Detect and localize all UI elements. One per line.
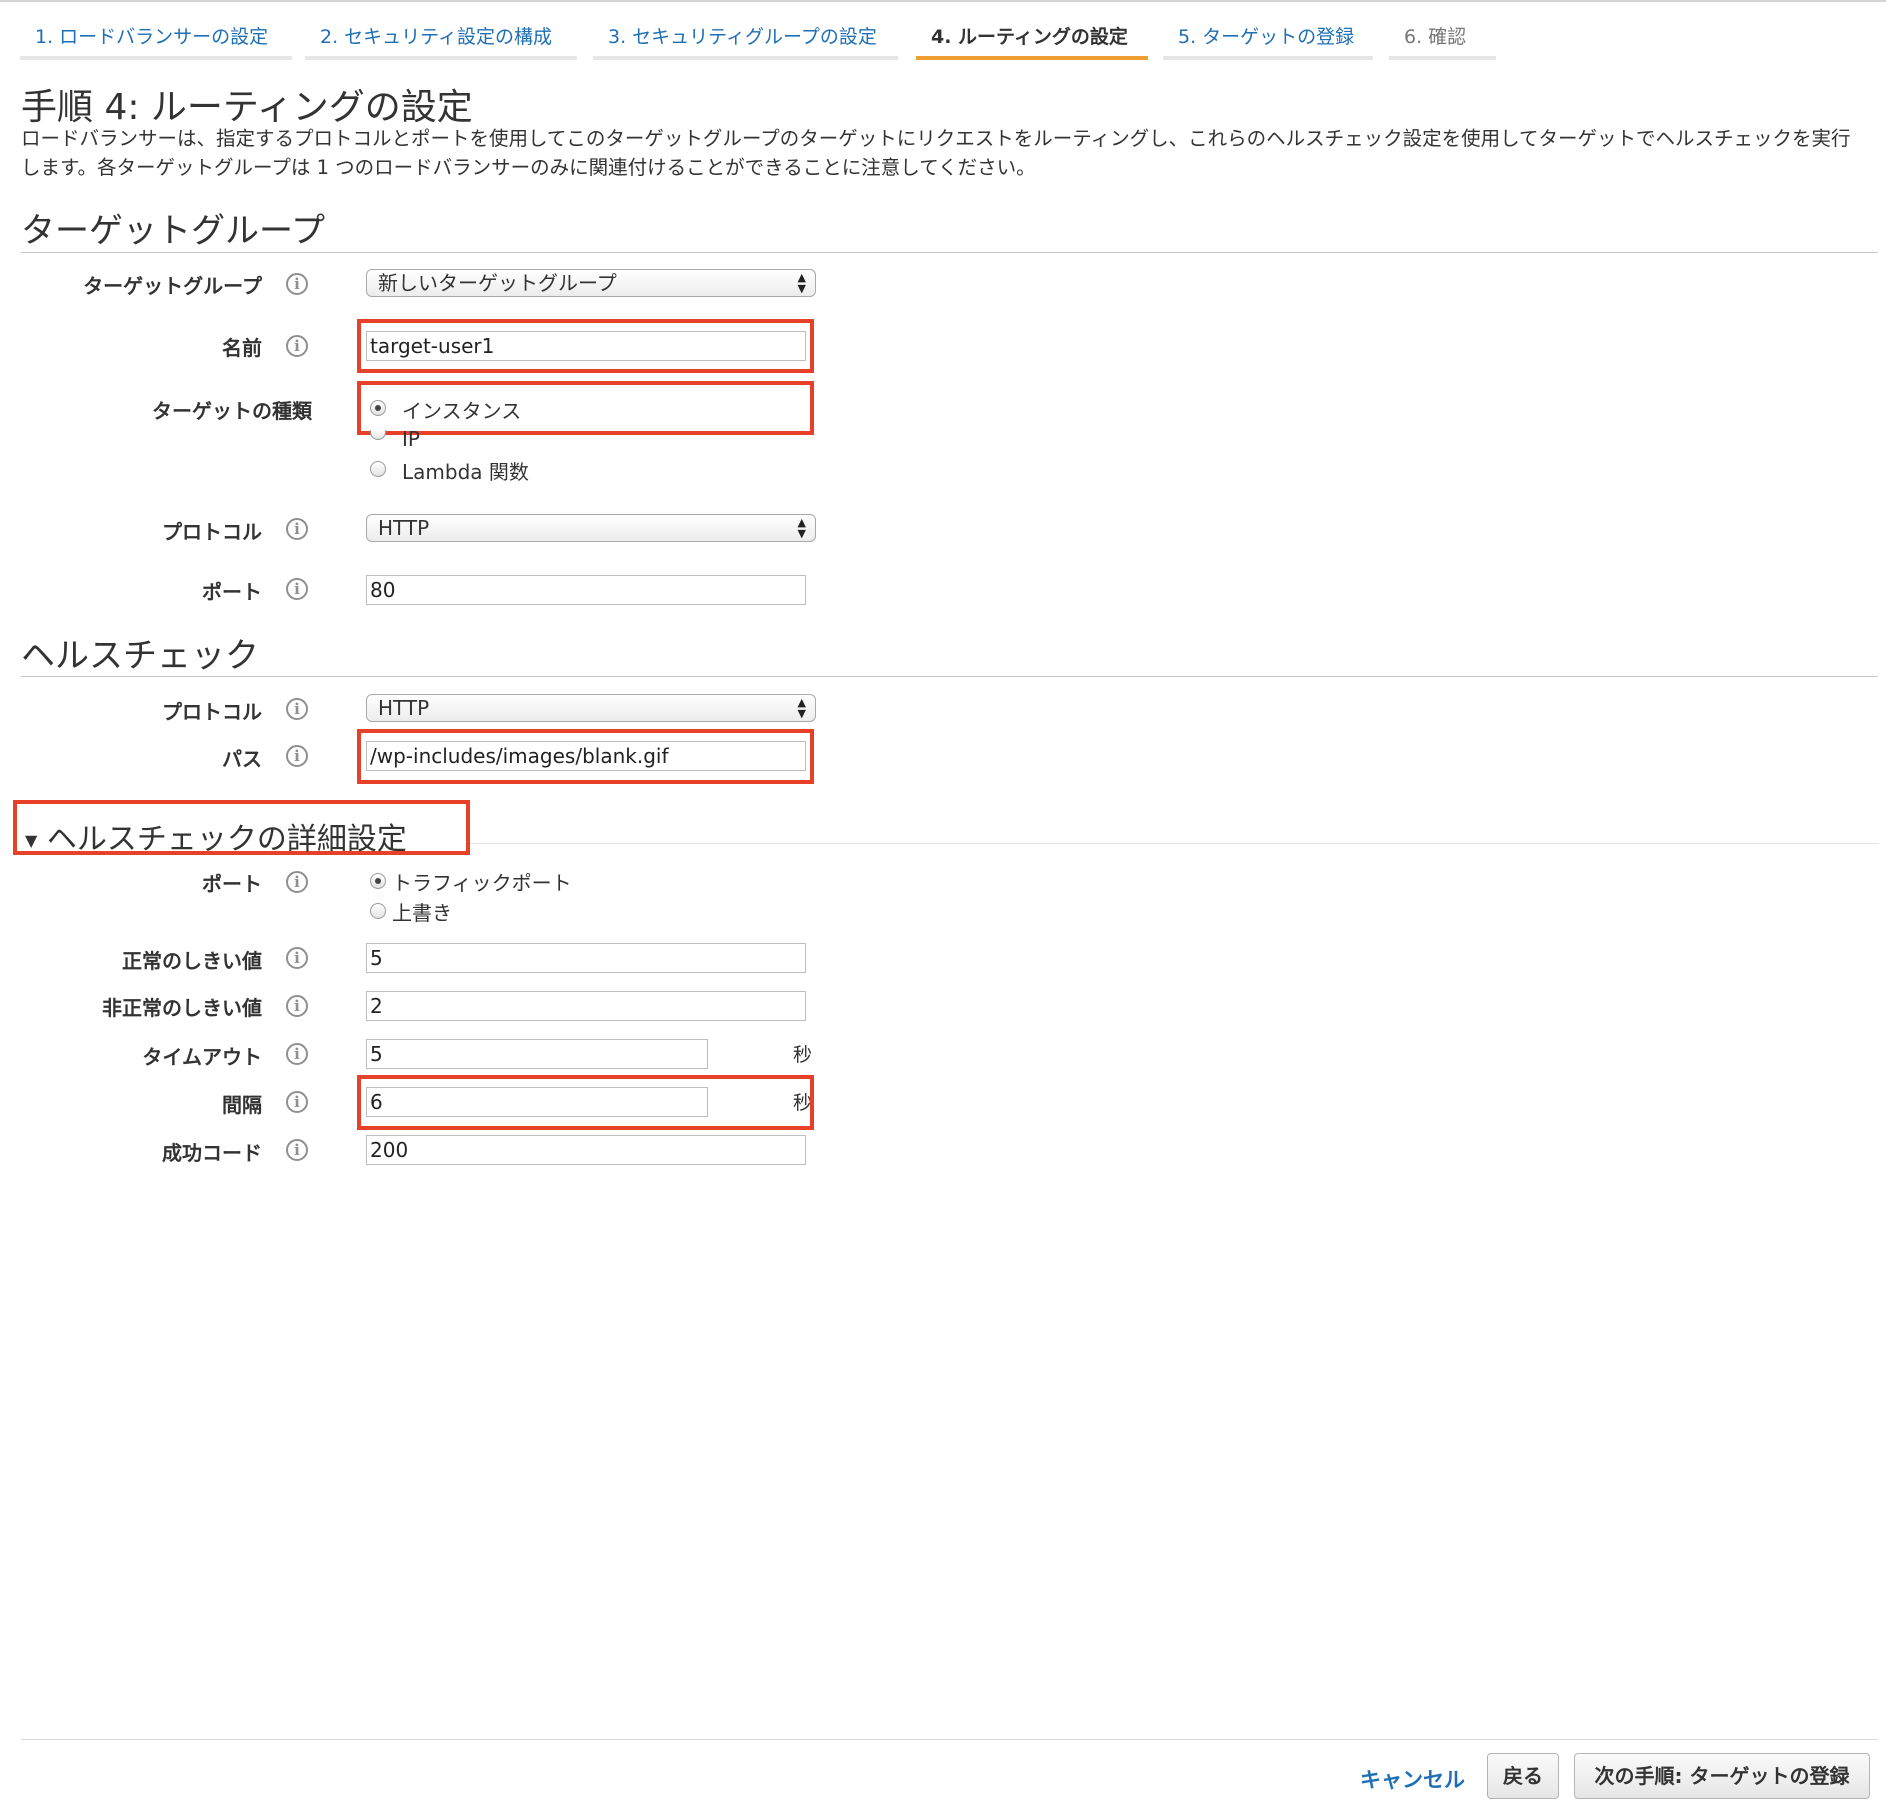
success-codes-label: 成功コード [162, 1141, 262, 1165]
healthy-threshold-input[interactable]: 5 [366, 943, 806, 973]
adv-port-label: ポート [202, 872, 262, 896]
target-type-ip-radio[interactable] [370, 430, 386, 440]
hc-protocol-select[interactable]: HTTP ▲ ▼ [366, 694, 816, 722]
override-port-label: 上書き [392, 901, 452, 925]
target-type-ip-label: IP [402, 427, 420, 447]
name-label: 名前 [222, 336, 262, 360]
unhealthy-threshold-input[interactable]: 2 [366, 991, 806, 1021]
protocol-select[interactable]: HTTP ▲ ▼ [366, 514, 816, 542]
hc-path-input[interactable]: /wp-includes/images/blank.gif [366, 741, 806, 771]
divider [21, 676, 1878, 677]
advanced-settings-toggle[interactable]: ▼ ヘルスチェックの詳細設定 [25, 814, 407, 858]
target-type-lambda-radio[interactable] [370, 461, 386, 477]
info-icon[interactable]: i [286, 335, 308, 357]
target-group-select-value: 新しいターゲットグループ [378, 271, 617, 295]
timeout-input[interactable]: 5 [366, 1039, 708, 1069]
traffic-port-radio[interactable] [370, 873, 386, 889]
healthy-threshold-label: 正常のしきい値 [122, 949, 262, 973]
health-check-section-title: ヘルスチェック [21, 636, 259, 676]
interval-input[interactable]: 6 [366, 1087, 708, 1117]
hc-protocol-label: プロトコル [162, 700, 262, 724]
tab-security-groups[interactable]: 3. セキュリティグループの設定 [593, 22, 898, 60]
divider [21, 252, 1878, 253]
target-type-instance-radio[interactable] [370, 400, 386, 416]
target-group-label: ターゲットグループ [83, 274, 262, 298]
interval-unit: 秒 [793, 1092, 810, 1114]
target-group-select[interactable]: 新しいターゲットグループ ▲ ▼ [366, 269, 816, 297]
footer-divider [21, 1739, 1878, 1740]
hc-path-label: パス [222, 747, 262, 771]
timeout-unit: 秒 [793, 1044, 813, 1066]
timeout-label: タイムアウト [142, 1045, 262, 1069]
info-icon[interactable]: i [286, 518, 308, 540]
tab-security-settings[interactable]: 2. セキュリティ設定の構成 [305, 22, 577, 60]
target-group-name-input[interactable]: target-user1 [366, 331, 806, 361]
info-icon[interactable]: i [286, 871, 308, 893]
tab-register-targets[interactable]: 5. ターゲットの登録 [1163, 22, 1373, 60]
traffic-port-label: トラフィックポート [392, 871, 572, 895]
select-arrows-icon: ▲ ▼ [797, 516, 806, 540]
target-type-lambda-label: Lambda 関数 [402, 460, 529, 484]
info-icon[interactable]: i [286, 745, 308, 767]
select-arrows-icon: ▲ ▼ [797, 271, 806, 295]
override-port-radio[interactable] [370, 903, 386, 919]
target-type-label: ターゲットの種類 [152, 399, 312, 423]
caret-down-icon: ▼ [25, 831, 38, 850]
success-codes-input[interactable]: 200 [366, 1135, 806, 1165]
tab-review: 6. 確認 [1389, 22, 1496, 60]
page-description: ロードバランサーは、指定するプロトコルとポートを使用してこのターゲットグループの… [21, 127, 1851, 179]
cancel-link[interactable]: キャンセル [1360, 1764, 1465, 1794]
top-border [0, 0, 1886, 2]
info-icon[interactable]: i [286, 947, 308, 969]
port-input[interactable]: 80 [366, 575, 806, 605]
info-icon[interactable]: i [286, 273, 308, 295]
next-step-button[interactable]: 次の手順: ターゲットの登録 [1574, 1753, 1870, 1799]
select-arrows-icon: ▲ ▼ [797, 696, 806, 720]
protocol-label: プロトコル [162, 520, 262, 544]
info-icon[interactable]: i [286, 1043, 308, 1065]
back-button[interactable]: 戻る [1487, 1753, 1559, 1799]
info-icon[interactable]: i [286, 1139, 308, 1161]
unhealthy-threshold-label: 非正常のしきい値 [102, 996, 262, 1020]
protocol-select-value: HTTP [378, 516, 430, 540]
info-icon[interactable]: i [286, 995, 308, 1017]
tab-routing[interactable]: 4. ルーティングの設定 [916, 22, 1148, 60]
hc-protocol-select-value: HTTP [378, 696, 430, 720]
target-type-instance-label: インスタンス [402, 399, 522, 423]
page-title: 手順 4: ルーティングの設定 [21, 87, 473, 128]
tab-load-balancer-config[interactable]: 1. ロードバランサーの設定 [20, 22, 292, 60]
info-icon[interactable]: i [286, 1091, 308, 1113]
info-icon[interactable]: i [286, 698, 308, 720]
advanced-settings-title: ヘルスチェックの詳細設定 [46, 822, 407, 857]
interval-label: 間隔 [222, 1093, 262, 1117]
divider [470, 843, 1878, 844]
port-label: ポート [202, 580, 262, 604]
info-icon[interactable]: i [286, 578, 308, 600]
target-group-section-title: ターゲットグループ [21, 211, 325, 251]
